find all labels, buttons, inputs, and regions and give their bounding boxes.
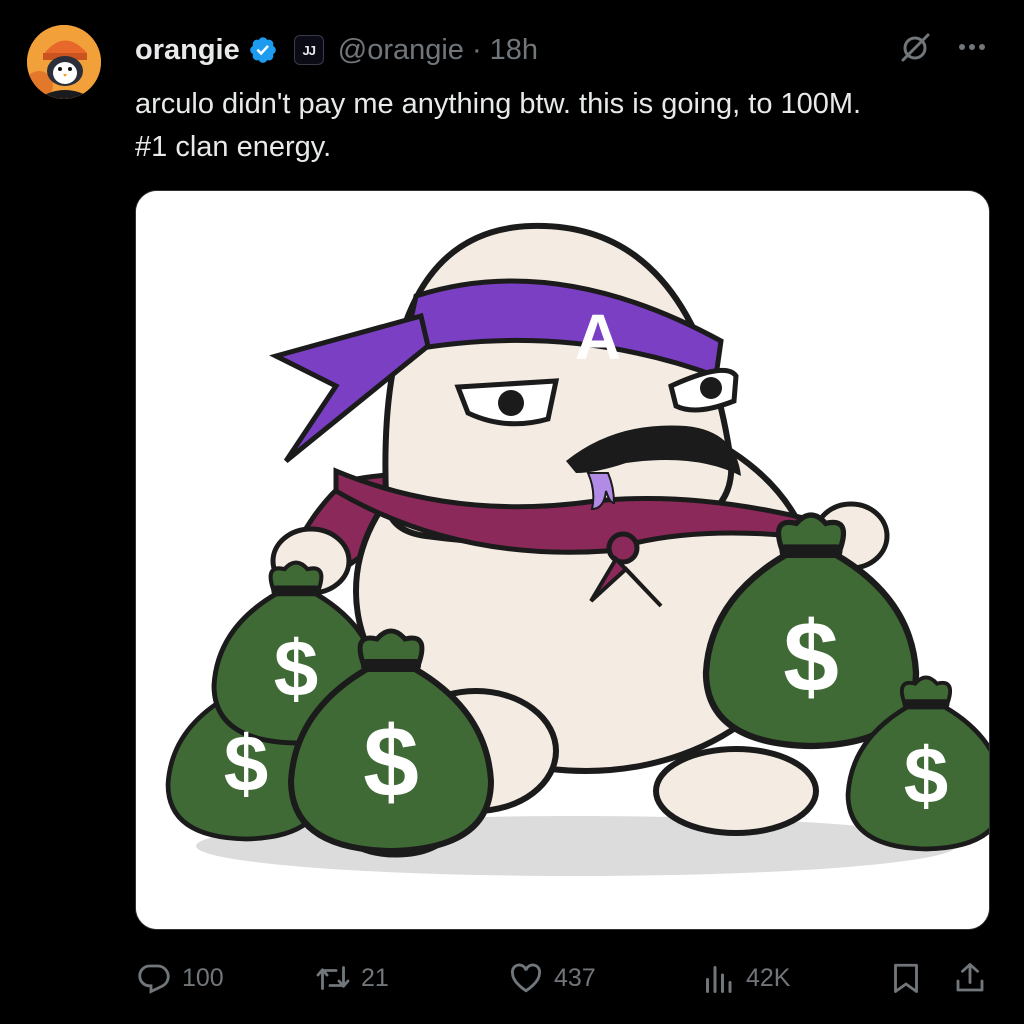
headband-letter: A — [575, 301, 621, 373]
post-time[interactable]: 18h — [490, 34, 538, 67]
post-image[interactable]: A $ $ $ $ $ — [135, 190, 990, 930]
share-icon — [956, 963, 984, 992]
bag-dollar-sign: $ — [783, 601, 839, 713]
views-count: 42K — [746, 963, 791, 992]
grok-icon[interactable] — [897, 30, 933, 66]
post-header: orangie JJ @orangie · 18h — [135, 28, 538, 72]
avatar-image — [27, 25, 101, 99]
views-button[interactable]: 42K — [700, 952, 790, 1004]
repost-button[interactable]: 21 — [315, 952, 389, 1004]
more-icon[interactable] — [954, 32, 990, 62]
action-bar: 100 21 437 42K — [0, 952, 1024, 1004]
bag-dollar-sign: $ — [274, 624, 319, 713]
author-name[interactable]: orangie — [135, 34, 240, 67]
like-count: 437 — [554, 963, 596, 992]
egg-character-illustration: A $ $ $ $ $ — [136, 191, 989, 929]
post-text-line: arculo didn't pay me anything btw. this … — [135, 88, 862, 120]
bookmark-icon — [894, 963, 918, 993]
bag-dollar-sign: $ — [904, 731, 949, 820]
bookmark-button[interactable] — [888, 952, 924, 1004]
post-text: arculo didn't pay me anything btw. this … — [135, 83, 995, 169]
reply-count: 100 — [182, 963, 224, 992]
avatar[interactable] — [27, 25, 101, 99]
views-icon — [706, 966, 732, 993]
separator-dot: · — [471, 33, 482, 66]
like-button[interactable]: 437 — [508, 952, 596, 1004]
post-text-line: #1 clan energy. — [135, 131, 332, 163]
bag-dollar-sign: $ — [224, 719, 269, 808]
repost-count: 21 — [361, 963, 389, 992]
repost-icon — [316, 966, 350, 990]
reply-icon — [138, 964, 170, 994]
affiliate-badge[interactable]: JJ — [293, 35, 324, 65]
share-button[interactable] — [952, 952, 988, 1004]
reply-button[interactable]: 100 — [136, 952, 224, 1004]
verified-badge-icon[interactable] — [248, 35, 278, 65]
like-icon — [511, 963, 541, 993]
bag-dollar-sign: $ — [363, 706, 419, 818]
author-handle[interactable]: @orangie — [338, 34, 464, 67]
